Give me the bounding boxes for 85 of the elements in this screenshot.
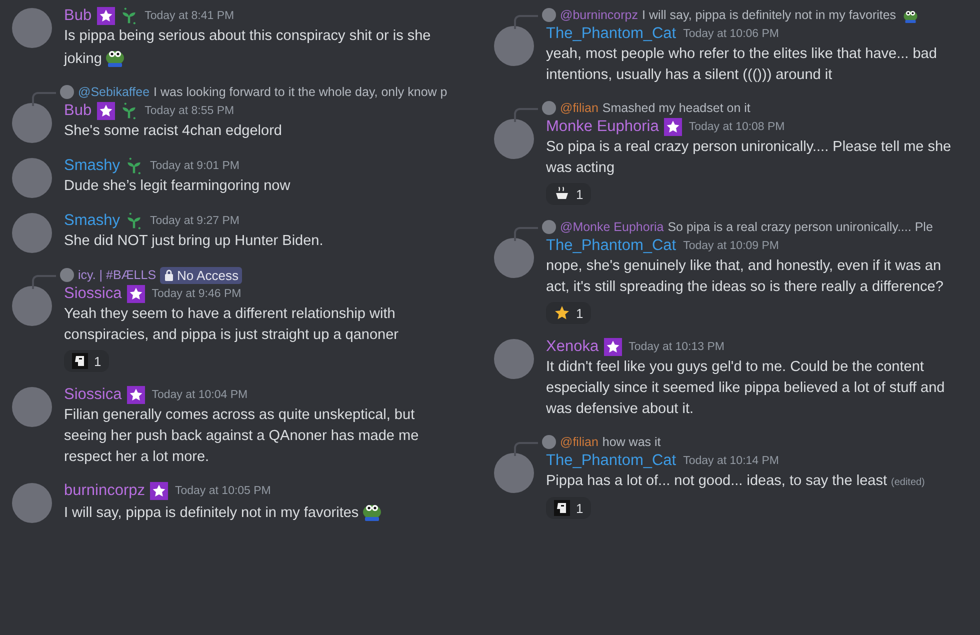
reaction-button[interactable]: 1 (546, 302, 592, 324)
star-badge-icon (126, 386, 145, 404)
avatar-icon (542, 435, 556, 449)
reaction-button[interactable]: 1 (546, 183, 592, 205)
lock-icon (164, 269, 174, 281)
timestamp: Today at 9:27 PM (150, 215, 240, 227)
avatar[interactable] (494, 119, 534, 159)
channel-name[interactable]: icy. | #BÆLLS (78, 268, 156, 282)
username[interactable]: Xenoka (546, 338, 599, 356)
timestamp: Today at 10:04 PM (152, 389, 248, 401)
username[interactable]: Siossica (64, 285, 122, 303)
avatar[interactable] (12, 103, 52, 143)
reaction-button[interactable]: 1 (64, 350, 110, 372)
message-text: So pipa is a real crazy person unironically.... Please tell me she was acting (546, 138, 952, 178)
avatar[interactable] (494, 26, 534, 66)
avatar-icon (542, 101, 556, 115)
avatar[interactable] (12, 8, 52, 48)
username[interactable]: Monke Euphoria (546, 118, 659, 136)
username[interactable]: burnincorpz (64, 482, 145, 500)
message-text: Is pippa being serious about this conspiracy shit or is she joking (64, 27, 432, 69)
message-text: Dude she’s legit fearmingoring now (64, 177, 292, 196)
cup-icon (554, 186, 570, 202)
timestamp: Today at 10:05 PM (175, 485, 271, 497)
reply-preview[interactable]: how was it (602, 435, 661, 449)
username[interactable]: Bub (64, 102, 92, 120)
timestamp: Today at 10:13 PM (628, 341, 724, 353)
username[interactable]: The_Phantom_Cat (546, 25, 676, 43)
message-text: She's some racist 4chan edgelord (64, 122, 283, 141)
avatar-icon (542, 220, 556, 234)
reply-mention[interactable]: @filian (560, 101, 598, 115)
reply-mention[interactable]: @Sebikaffee (78, 85, 150, 99)
message-text: nope, she's genuinely like that, and honestly, even if it was an act, it's still spreading the ideas so is there really a difference? (546, 257, 944, 297)
avatar-icon (542, 8, 556, 22)
star-badge-icon (664, 118, 682, 136)
star-badge-icon (96, 7, 115, 25)
message-text: Yeah they seem to have a different relationship with conspiracies, and pippa is just straight up a qanoner (64, 305, 400, 345)
timestamp: Today at 10:08 PM (688, 121, 785, 133)
reply-preview[interactable]: So pipa is a real crazy person unironically.... Ple (668, 220, 933, 234)
timestamp: Today at 10:14 PM (683, 455, 780, 467)
timestamp: Today at 10:09 PM (683, 240, 780, 252)
sprout-icon (125, 157, 143, 175)
star-badge-icon (604, 338, 622, 356)
username[interactable]: Smashy (64, 212, 120, 230)
timestamp: Today at 10:06 PM (683, 28, 780, 40)
avatar[interactable] (494, 339, 534, 379)
avatar[interactable] (12, 213, 52, 253)
username[interactable]: The_Phantom_Cat (546, 452, 676, 470)
meme-emoji-icon (72, 353, 88, 369)
meme-emoji-icon (554, 500, 570, 516)
star-badge-icon (96, 102, 115, 120)
timestamp: Today at 8:41 PM (144, 10, 234, 22)
reply-mention[interactable]: @filian (560, 435, 598, 449)
avatar-icon (60, 268, 74, 282)
avatar-icon (60, 85, 74, 99)
timestamp: Today at 9:46 PM (152, 288, 242, 300)
avatar[interactable] (12, 483, 52, 523)
reply-mention[interactable]: @burnincorpz (560, 8, 638, 22)
username[interactable]: Bub (64, 7, 92, 25)
username[interactable]: Siossica (64, 386, 122, 404)
username[interactable]: Smashy (64, 157, 120, 175)
message-text: Pippa has a lot of... not good... ideas, to say the least (edited) (546, 472, 926, 491)
message-text: She did NOT just bring up Hunter Biden. (64, 232, 324, 251)
username[interactable]: The_Phantom_Cat (546, 237, 676, 255)
avatar[interactable] (12, 286, 52, 326)
message-text: Filian generally comes across as quite unskeptical, but seeing her push back against a QAnoner has made me respect her a lot more. (64, 406, 420, 467)
reply-preview[interactable]: Smashed my headset on it (602, 101, 750, 115)
avatar[interactable] (494, 453, 534, 493)
message-text: It didn't feel like you guys gel'd to me. Could be the content especially since it seemed like pippa believed a lot of stuff and was defensive about it. (546, 358, 946, 419)
reply-mention[interactable]: @Monke Euphoria (560, 220, 664, 234)
avatar[interactable] (12, 158, 52, 198)
no-access-label: No Access (177, 268, 238, 282)
star-icon (554, 305, 570, 321)
reply-preview[interactable]: I was looking forward to it the whole day, only know p (154, 85, 448, 99)
avatar[interactable] (12, 387, 52, 427)
reaction-button[interactable]: 1 (546, 497, 592, 519)
sprout-icon (125, 212, 143, 230)
edited-label: (edited) (890, 477, 925, 488)
star-badge-icon (126, 285, 145, 303)
timestamp: Today at 8:55 PM (144, 105, 234, 117)
timestamp: Today at 9:01 PM (150, 160, 240, 172)
avatar[interactable] (494, 238, 534, 278)
message-text: yeah, most people who refer to the elites like that have... bad intentions, usually has a silent ((())) around it (546, 45, 938, 85)
message-text: I will say, pippa is definitely not in my favorites (64, 501, 480, 524)
star-badge-icon (150, 482, 168, 500)
reply-preview[interactable]: I will say, pippa is definitely not in my favorites (642, 8, 896, 22)
